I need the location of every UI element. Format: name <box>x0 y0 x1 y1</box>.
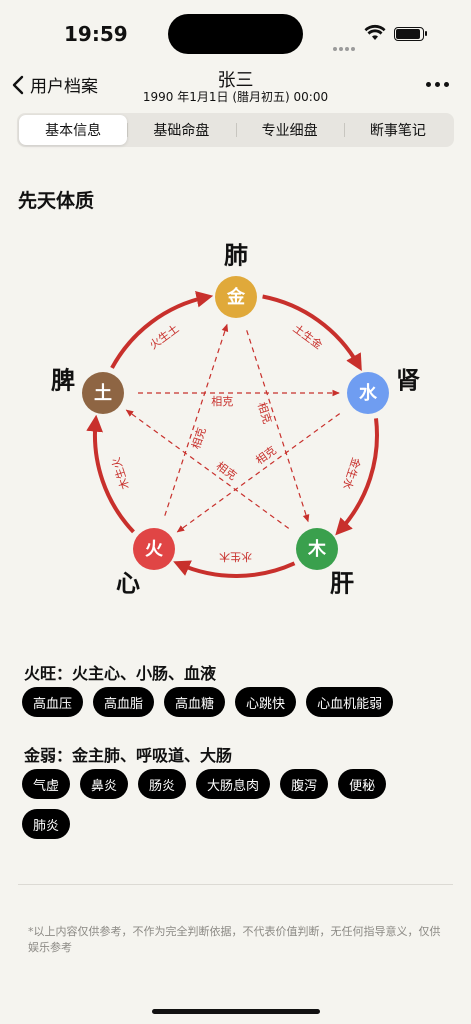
organ-label: 脾 <box>51 366 75 395</box>
tag-chip[interactable]: 高血脂 <box>93 687 155 717</box>
tag-chip[interactable]: 肺炎 <box>22 809 71 839</box>
tag-chip[interactable]: 肠炎 <box>138 769 187 799</box>
element-label: 水 <box>359 382 378 404</box>
controlling-arrow <box>164 323 229 516</box>
tag-chip[interactable]: 心血机能弱 <box>306 687 394 717</box>
generating-label: 水生木 <box>219 550 252 564</box>
tag-chip[interactable]: 鼻炎 <box>80 769 129 799</box>
tag-chip[interactable]: 便秘 <box>338 769 387 799</box>
tag-chip[interactable]: 大肠息肉 <box>196 769 271 799</box>
controlling-label: 相克 <box>214 459 239 482</box>
tab-notes[interactable]: 断事笔记 <box>343 115 452 145</box>
generating-label: 土生金 <box>291 321 326 352</box>
organ-label: 心 <box>116 569 140 598</box>
section-title: 先天体质 <box>18 190 95 212</box>
battery-icon <box>394 27 427 41</box>
more-options-icon[interactable] <box>426 82 449 87</box>
element-label: 火 <box>145 539 164 560</box>
home-indicator <box>152 1009 320 1014</box>
tag-chip[interactable]: 腹泻 <box>280 769 329 799</box>
tab-basic-chart[interactable]: 基础命盘 <box>127 115 235 145</box>
wifi-icon <box>364 24 386 40</box>
nav-bar: 用户档案 张三 1990 年1月1日 (腊月初五) 00:00 <box>0 62 471 108</box>
controlling-label: 相克 <box>253 444 278 467</box>
organ-label: 肺 <box>224 241 248 270</box>
organ-label: 肾 <box>396 366 420 395</box>
status-bar: 19:59 <box>0 0 471 60</box>
controlling-label: 相克 <box>211 395 233 408</box>
organ-label: 肝 <box>330 569 354 598</box>
tab-pro-chart[interactable]: 专业细盘 <box>235 115 344 145</box>
fire-strong-tags: 高血压 高血脂 高血糖 心跳快 心血机能弱 <box>22 687 442 717</box>
five-elements-diagram: 土生金金生水水生木木生火火生土相克相克相克相克相克金肺水 肾木肝火心土脾 <box>51 241 420 598</box>
birth-date-subtitle: 1990 年1月1日 (腊月初五) 00:00 <box>142 90 329 104</box>
tag-chip[interactable]: 高血糖 <box>164 687 226 717</box>
generating-label: 金生水 <box>340 456 364 492</box>
dynamic-island <box>168 14 303 54</box>
generating-label: 火生土 <box>146 321 181 352</box>
tag-chip[interactable]: 气虚 <box>22 769 71 799</box>
metal-weak-title: 金弱：金主肺、呼吸道、大肠 <box>24 746 233 765</box>
cellular-signal-icon <box>333 36 359 51</box>
segmented-tabs: 基本信息 基础命盘 专业细盘 断事笔记 <box>17 113 454 147</box>
generating-label: 木生火 <box>108 456 132 492</box>
divider <box>18 884 453 885</box>
tab-basic-info[interactable]: 基本信息 <box>19 115 128 145</box>
status-time: 19:59 <box>64 22 128 46</box>
element-label: 土 <box>94 383 112 404</box>
fire-strong-title: 火旺：火主心、小肠、血液 <box>24 664 217 683</box>
generating-arrow <box>173 560 296 579</box>
tag-chip[interactable]: 高血压 <box>22 687 84 717</box>
controlling-arrow <box>246 330 310 523</box>
element-label: 金 <box>226 286 246 308</box>
controlling-label: 相克 <box>255 401 274 426</box>
metal-weak-tags: 气虚 鼻炎 肠炎 大肠息肉 腹泻 便秘 肺炎 <box>22 769 442 839</box>
element-label: 木 <box>307 538 327 560</box>
disclaimer-text: *以上内容仅供参考，不作为完全判断依据，不代表价值判断，无任何指导意义，仅供娱乐… <box>28 925 441 954</box>
tag-chip[interactable]: 心跳快 <box>235 687 297 717</box>
